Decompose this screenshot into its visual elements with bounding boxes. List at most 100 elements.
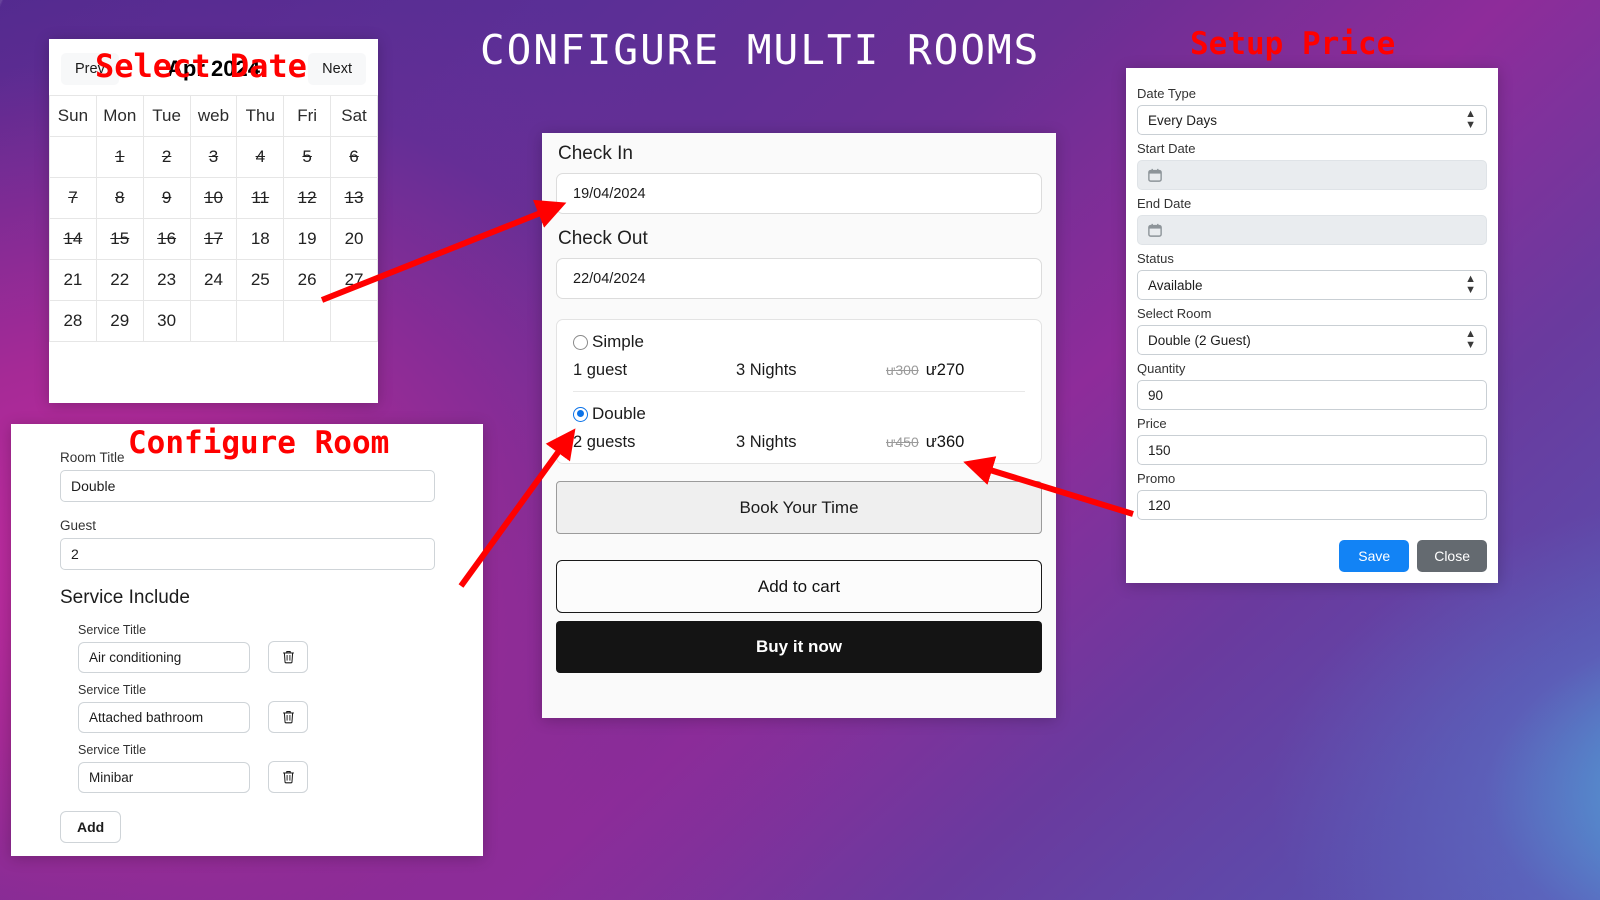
date-type-select[interactable]: Every Days ▲ ▼: [1137, 105, 1487, 135]
add-to-cart-button[interactable]: Add to cart: [556, 560, 1042, 613]
check-out-label: Check Out: [558, 228, 648, 249]
calendar-weekday-3: web: [189, 95, 238, 137]
rate-detail-row: 2 guests 3 Nights ư450 ư360: [573, 424, 1025, 463]
calendar-day-18[interactable]: 18: [236, 218, 285, 260]
annotation-setup-price: Setup Price: [1190, 26, 1396, 62]
rate-old-price: ư450: [886, 434, 919, 450]
calendar-day-20[interactable]: 20: [330, 218, 378, 260]
calendar-day-rows: 1 2 3 4 5 6 7 8 9 10 11 12 13 14 15 16 17 18 19 20 21 22 23 24 2…: [49, 136, 378, 342]
book-your-time-button[interactable]: Book Your Time: [556, 481, 1042, 534]
select-room-value: Double (2 Guest): [1148, 332, 1251, 348]
rate-options-card: Simple 1 guest 3 Nights ư300 ư270 Double 2 gue…: [556, 319, 1042, 464]
radio-simple[interactable]: [573, 334, 588, 350]
rate-option-name: Simple: [592, 332, 644, 351]
service-title-input-1[interactable]: [78, 701, 250, 733]
price-label: Price: [1137, 416, 1167, 431]
save-button[interactable]: Save: [1339, 540, 1410, 572]
buy-it-now-button[interactable]: Buy it now: [556, 621, 1042, 673]
calendar-day-1: 1: [95, 136, 144, 178]
check-out-input[interactable]: [556, 258, 1042, 299]
calendar-grid: Sun Mon Tue web Thu Fri Sat 1 2 3 4 5 6 7 8 9 10 11 12 13 1…: [49, 95, 378, 342]
service-include-heading: Service Include: [60, 587, 190, 608]
rate-option-header[interactable]: Simple: [573, 332, 1025, 352]
calendar-day-10: 10: [189, 177, 238, 219]
calendar-icon: [1148, 168, 1162, 182]
price-panel-actions: Save Close: [1137, 520, 1487, 572]
calendar-day-29[interactable]: 29: [95, 300, 144, 342]
calendar-day-25[interactable]: 25: [236, 259, 285, 301]
calendar-day-23[interactable]: 23: [142, 259, 191, 301]
calendar-day-11: 11: [236, 177, 285, 219]
calendar-day-13: 13: [330, 177, 378, 219]
service-title-input-2[interactable]: [78, 761, 250, 793]
service-title-label: Service Title: [78, 623, 147, 637]
configure-room-panel: Room Title Guest Service Include Service…: [11, 424, 483, 856]
rate-old-price: ư300: [886, 362, 919, 378]
annotation-configure-room: Configure Room: [128, 425, 390, 461]
quantity-label: Quantity: [1137, 361, 1186, 376]
select-room-select[interactable]: Double (2 Guest) ▲ ▼: [1137, 325, 1487, 355]
calendar-day-27[interactable]: 27: [330, 259, 378, 301]
price-value: 150: [1148, 442, 1171, 458]
select-room-label: Select Room: [1137, 306, 1212, 321]
service-row: [78, 761, 453, 793]
chevron-updown-icon: ▲ ▼: [1465, 328, 1476, 351]
date-type-value: Every Days: [1148, 112, 1218, 128]
delete-service-button-1[interactable]: [268, 701, 308, 733]
calendar-day-empty: [330, 300, 378, 342]
rate-option-double[interactable]: Double 2 guests 3 Nights ư450 ư360: [573, 392, 1025, 463]
radio-double[interactable]: [573, 406, 588, 422]
calendar-weekday-row: Sun Mon Tue web Thu Fri Sat: [49, 95, 378, 137]
trash-icon: [282, 771, 294, 784]
check-in-input[interactable]: [556, 173, 1042, 214]
service-title-label: Service Title: [78, 683, 147, 697]
delete-service-button-2[interactable]: [268, 761, 308, 793]
calendar-weekday-0: Sun: [49, 95, 97, 137]
calendar-day-30[interactable]: 30: [142, 300, 191, 342]
promo-value: 120: [1148, 497, 1171, 513]
calendar-day-21[interactable]: 21: [49, 259, 97, 301]
service-row: [78, 641, 453, 673]
room-title-input[interactable]: [60, 470, 435, 502]
calendar-day-26[interactable]: 26: [283, 259, 332, 301]
calendar-day-empty: [49, 136, 97, 178]
service-row: [78, 701, 453, 733]
rate-option-simple[interactable]: Simple 1 guest 3 Nights ư300 ư270: [573, 320, 1025, 392]
promo-input[interactable]: 120: [1137, 490, 1487, 520]
service-item: Service Title: [78, 743, 453, 793]
calendar-week-row: 7 8 9 10 11 12 13: [49, 177, 378, 219]
rate-guests: 2 guests: [573, 433, 636, 451]
calendar-day-19[interactable]: 19: [283, 218, 332, 260]
rate-prices: ư300 ư270: [886, 361, 1025, 380]
calendar-day-empty: [283, 300, 332, 342]
service-item: Service Title: [78, 623, 453, 673]
calendar-day-7: 7: [49, 177, 97, 219]
end-date-input[interactable]: [1137, 215, 1487, 245]
quantity-input[interactable]: 90: [1137, 380, 1487, 410]
start-date-input[interactable]: [1137, 160, 1487, 190]
status-select[interactable]: Available ▲ ▼: [1137, 270, 1487, 300]
chevron-updown-icon: ▲ ▼: [1465, 108, 1476, 131]
rate-new-price: ư360: [925, 433, 965, 451]
guest-input[interactable]: [60, 538, 435, 570]
delete-service-button-0[interactable]: [268, 641, 308, 673]
date-type-label: Date Type: [1137, 86, 1197, 101]
calendar-weekday-5: Fri: [283, 95, 332, 137]
calendar-weekday-1: Mon: [95, 95, 144, 137]
rate-option-header[interactable]: Double: [573, 404, 1025, 424]
calendar-day-28[interactable]: 28: [49, 300, 97, 342]
close-button[interactable]: Close: [1417, 540, 1487, 572]
calendar-week-row: 28 29 30: [49, 300, 378, 342]
calendar-week-row: 14 15 16 17 18 19 20: [49, 218, 378, 260]
promo-label: Promo: [1137, 471, 1176, 486]
add-service-button[interactable]: Add: [60, 811, 122, 843]
service-title-input-0[interactable]: [78, 641, 250, 673]
calendar-day-17: 17: [189, 218, 238, 260]
start-date-label: Start Date: [1137, 141, 1196, 156]
select-date-panel: Prev Apr 2024 Next Sun Mon Tue web Thu Fri Sat…: [49, 39, 378, 403]
calendar-day-22[interactable]: 22: [95, 259, 144, 301]
price-input[interactable]: 150: [1137, 435, 1487, 465]
trash-icon: [282, 651, 294, 664]
calendar-next-button[interactable]: Next: [308, 53, 366, 85]
calendar-day-24[interactable]: 24: [189, 259, 238, 301]
